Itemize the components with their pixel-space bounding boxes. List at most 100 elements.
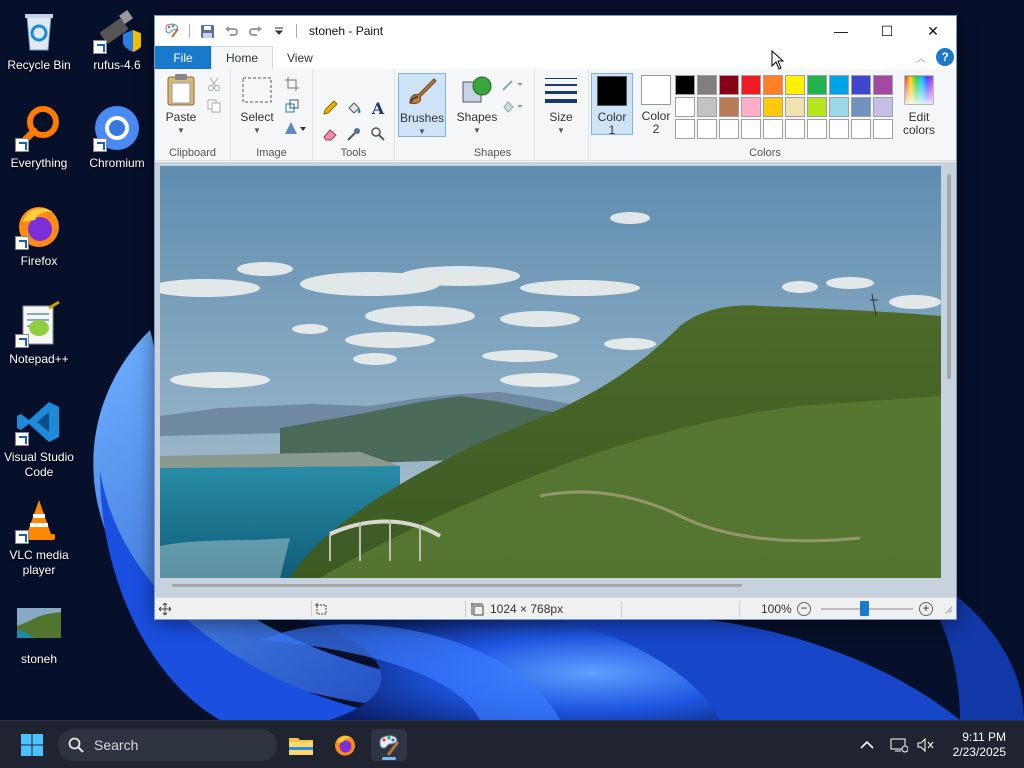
shapes-button[interactable]: Shapes ▼ xyxy=(455,73,499,137)
start-button[interactable] xyxy=(14,729,50,761)
color2-swatch xyxy=(641,75,671,105)
minimize-button[interactable]: — xyxy=(818,16,864,46)
palette-swatch[interactable] xyxy=(829,75,849,95)
desktop-icon-label: VLC media player xyxy=(9,548,69,577)
color1-selector[interactable]: Color 1 xyxy=(591,73,633,137)
color-picker-icon[interactable] xyxy=(345,125,363,143)
palette-swatch[interactable] xyxy=(675,119,695,139)
cut-icon[interactable] xyxy=(205,75,223,93)
taskbar-paint[interactable] xyxy=(371,729,407,761)
text-tool-icon[interactable]: A xyxy=(369,99,387,118)
palette-swatch[interactable] xyxy=(807,97,827,117)
palette-swatch[interactable] xyxy=(763,97,783,117)
palette-swatch[interactable] xyxy=(873,97,893,117)
desktop-icon-vlc[interactable]: VLC media player xyxy=(0,496,78,578)
palette-swatch[interactable] xyxy=(873,75,893,95)
palette-swatch[interactable] xyxy=(741,119,761,139)
tab-file[interactable]: File xyxy=(155,46,211,69)
desktop-icon-recycle-bin[interactable]: Recycle Bin xyxy=(0,6,78,73)
maximize-button[interactable]: ☐ xyxy=(864,16,910,46)
horizontal-scrollbar[interactable] xyxy=(172,584,742,587)
palette-swatch[interactable] xyxy=(785,75,805,95)
desktop-icon-chromium[interactable]: Chromium xyxy=(78,104,156,171)
desktop-icon-stoneh[interactable]: stoneh xyxy=(0,600,78,667)
desktop-icon-rufus[interactable]: rufus-4.6 xyxy=(78,6,156,73)
palette-swatch[interactable] xyxy=(807,75,827,95)
help-button[interactable]: ? xyxy=(936,48,954,66)
vertical-scrollbar[interactable] xyxy=(947,174,951,379)
network-icon[interactable] xyxy=(890,721,908,768)
desktop-icon-notepadpp[interactable]: Notepad++ xyxy=(0,300,78,367)
paint-app-icon[interactable] xyxy=(163,22,181,40)
tab-view[interactable]: View xyxy=(273,46,327,69)
fill-icon[interactable] xyxy=(501,97,525,115)
desktop-icon-vscode[interactable]: Visual Studio Code xyxy=(0,398,78,480)
palette-swatch[interactable] xyxy=(675,75,695,95)
palette-swatch[interactable] xyxy=(785,97,805,117)
canvas-area xyxy=(155,162,956,597)
fill-bucket-icon[interactable] xyxy=(345,99,363,117)
taskbar-search-box[interactable]: Search xyxy=(58,729,277,761)
zoom-slider-thumb[interactable] xyxy=(860,601,869,616)
palette-swatch[interactable] xyxy=(741,97,761,117)
palette-swatch[interactable] xyxy=(851,75,871,95)
undo-icon[interactable] xyxy=(222,22,240,40)
palette-swatch[interactable] xyxy=(829,97,849,117)
zoom-out-button[interactable]: − xyxy=(797,602,811,616)
palette-swatch[interactable] xyxy=(873,119,893,139)
paste-button[interactable]: Paste ▼ xyxy=(161,73,201,137)
image-dimensions: 1024 × 768px xyxy=(471,598,563,620)
volume-muted-icon[interactable] xyxy=(916,721,934,768)
edit-colors-button[interactable]: Edit colors xyxy=(899,73,939,137)
image-dimensions-text: 1024 × 768px xyxy=(490,602,564,616)
magnifier-icon[interactable] xyxy=(369,125,387,143)
drawing-canvas[interactable] xyxy=(160,166,941,578)
palette-swatch[interactable] xyxy=(675,97,695,117)
save-icon[interactable] xyxy=(198,22,216,40)
resize-grip-icon[interactable] xyxy=(943,598,953,620)
folder-icon xyxy=(289,738,313,755)
desktop-icon-everything[interactable]: Everything xyxy=(0,104,78,171)
taskbar-file-explorer[interactable] xyxy=(283,729,319,761)
clipboard-group-label: Clipboard xyxy=(168,147,217,159)
taskbar-firefox[interactable] xyxy=(327,729,363,761)
palette-swatch[interactable] xyxy=(763,75,783,95)
rotate-icon[interactable] xyxy=(283,119,307,137)
outline-icon[interactable] xyxy=(501,75,525,93)
palette-swatch[interactable] xyxy=(851,97,871,117)
color2-selector[interactable]: Color 2 xyxy=(635,73,677,136)
copy-icon[interactable] xyxy=(205,97,223,115)
tab-home[interactable]: Home xyxy=(211,46,274,69)
palette-swatch[interactable] xyxy=(719,97,739,117)
palette-swatch[interactable] xyxy=(697,75,717,95)
resize-icon[interactable] xyxy=(283,97,301,115)
palette-swatch[interactable] xyxy=(829,119,849,139)
palette-swatch[interactable] xyxy=(807,119,827,139)
select-rectangle-icon xyxy=(240,73,274,107)
title-bar[interactable]: stoneh - Paint — ☐ ✕ xyxy=(155,16,956,46)
redo-icon[interactable] xyxy=(246,22,264,40)
ribbon-tabs: File Home View ︿ ? xyxy=(155,46,956,69)
palette-swatch[interactable] xyxy=(785,119,805,139)
palette-swatch[interactable] xyxy=(851,119,871,139)
palette-swatch[interactable] xyxy=(697,119,717,139)
palette-swatch[interactable] xyxy=(763,119,783,139)
color2-label: Color xyxy=(641,109,671,123)
customize-toolbar-chevron-icon[interactable] xyxy=(270,22,288,40)
close-button[interactable]: ✕ xyxy=(910,16,956,46)
taskbar-clock[interactable]: 9:11 PM 2/23/2025 xyxy=(953,730,1006,760)
collapse-ribbon-chevron-icon[interactable]: ︿ xyxy=(916,50,926,65)
show-hidden-icons-chevron-icon[interactable] xyxy=(860,721,874,768)
brushes-button[interactable]: Brushes ▼ xyxy=(398,73,446,137)
zoom-in-button[interactable]: + xyxy=(919,602,933,616)
palette-swatch[interactable] xyxy=(719,119,739,139)
size-button[interactable]: Size ▼ xyxy=(541,73,581,137)
pencil-icon[interactable] xyxy=(321,99,339,117)
palette-swatch[interactable] xyxy=(719,75,739,95)
desktop-icon-firefox[interactable]: Firefox xyxy=(0,202,78,269)
crop-icon[interactable] xyxy=(283,75,301,93)
eraser-icon[interactable] xyxy=(321,125,339,143)
select-button[interactable]: Select ▼ xyxy=(237,73,277,137)
palette-swatch[interactable] xyxy=(741,75,761,95)
palette-swatch[interactable] xyxy=(697,97,717,117)
